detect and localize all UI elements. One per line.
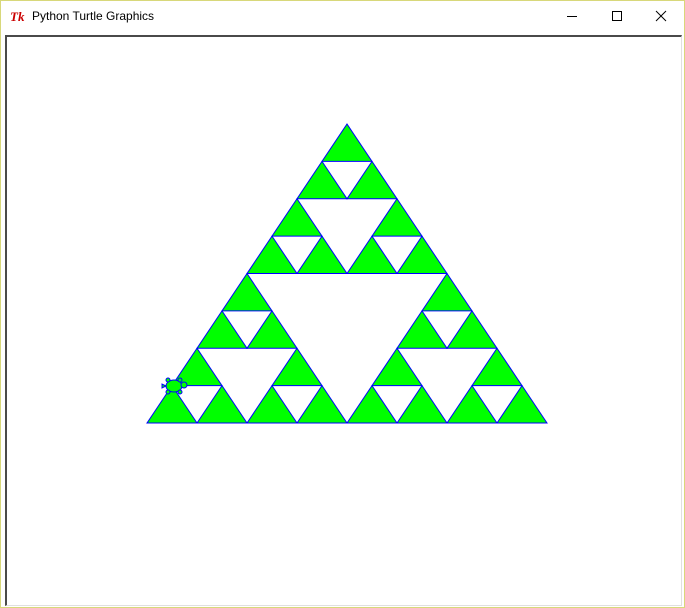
sierpinski-triangle-piece	[346, 160, 398, 200]
sierpinski-triangle-piece	[271, 197, 323, 237]
sierpinski-triangle-piece	[321, 123, 373, 162]
svg-text:Tk: Tk	[10, 9, 25, 24]
sierpinski-triangle-piece	[371, 347, 423, 387]
sierpinski-triangle-piece	[296, 235, 348, 274]
sierpinski-triangle-piece	[371, 197, 423, 237]
minimize-button[interactable]	[549, 1, 595, 31]
tk-icon: Tk	[10, 9, 25, 24]
maximize-button[interactable]	[594, 1, 640, 31]
close-button[interactable]	[638, 1, 684, 31]
sierpinski-triangle-piece	[296, 160, 348, 200]
sierpinski-triangle-piece	[396, 235, 448, 274]
sierpinski-triangle-piece	[346, 235, 398, 274]
turtle-canvas-frame[interactable]	[5, 35, 682, 606]
turtle-canvas[interactable]	[7, 37, 681, 605]
sierpinski-triangle-piece	[196, 309, 248, 349]
sierpinski-triangle-piece	[196, 384, 248, 424]
turtle-window: Tk Python Turtle Graphics	[0, 0, 685, 608]
sierpinski-triangle-piece	[271, 347, 323, 387]
maximize-icon	[612, 11, 622, 21]
sierpinski-triangle-piece	[346, 384, 398, 424]
sierpinski-triangle-piece	[396, 384, 448, 424]
sierpinski-triangle-piece	[246, 384, 298, 424]
sierpinski-triangle-piece	[221, 272, 273, 312]
window-title: Python Turtle Graphics	[32, 9, 155, 23]
sierpinski-triangle-piece	[396, 309, 448, 349]
sierpinski-triangle-piece	[446, 384, 498, 424]
sierpinski-triangle-piece	[446, 309, 498, 349]
minimize-icon	[567, 16, 577, 17]
sierpinski-triangle-piece	[246, 235, 298, 274]
sierpinski-triangle-piece	[296, 384, 348, 424]
sierpinski-triangle-piece	[496, 384, 548, 424]
sierpinski-triangle-piece	[246, 309, 298, 349]
sierpinski-triangle-piece	[421, 272, 473, 312]
close-icon	[655, 10, 667, 22]
sierpinski-triangle-piece	[471, 347, 523, 387]
title-bar[interactable]: Tk Python Turtle Graphics	[1, 1, 684, 32]
